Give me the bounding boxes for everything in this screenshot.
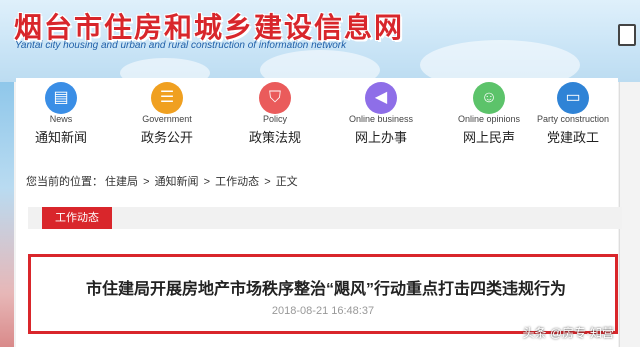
nav-item-government[interactable]: ☰ Government 政务公开: [122, 78, 212, 156]
nav-item-cn-label: 政策法规: [248, 130, 301, 145]
breadcrumb-current: 正文: [275, 176, 298, 188]
article-title: 市住建局开展房地产市场秩序整治“飓风”行动重点打击四类违规行为: [85, 281, 566, 298]
nav-item-en-label: Government: [142, 114, 192, 124]
watermark: 头条 @房专·知营: [522, 326, 614, 340]
category-tab[interactable]: 工作动态: [42, 207, 112, 229]
left-background-strip: [0, 82, 14, 347]
megaphone-icon: ◀: [365, 82, 397, 114]
nav-item-en-label: Policy: [262, 114, 287, 124]
nav-item-online-opinions[interactable]: ☺ Online opinions 网上民声: [444, 78, 534, 156]
nav-item-cn-label: 网上民声: [462, 130, 515, 145]
breadcrumb-separator: >: [264, 176, 271, 188]
nav-item-en-label: Online opinions: [457, 114, 521, 124]
shield-icon: ⛉: [259, 82, 291, 114]
monitor-icon: ▭: [557, 82, 589, 114]
people-icon: ☺: [473, 82, 505, 114]
nav-item-cn-label: 通知新闻: [34, 130, 87, 145]
nav-item-cn-label: 政务公开: [140, 130, 193, 145]
main-navigation: ▤ News 通知新闻 ☰ Government 政务公开 ⛉ Policy 政…: [16, 78, 618, 156]
article-header-box: 市住建局开展房地产市场秩序整治“飓风”行动重点打击四类违规行为 2018-08-…: [28, 254, 618, 334]
breadcrumb-link-news[interactable]: 通知新闻: [155, 176, 199, 188]
bookmark-icon[interactable]: [618, 24, 636, 46]
site-subtitle: Yantai city housing and urban and rural …: [15, 40, 347, 51]
main-content: ▤ News 通知新闻 ☰ Government 政务公开 ⛉ Policy 政…: [16, 78, 622, 347]
article-date: 2018-08-21 16:48:37: [271, 305, 375, 317]
site-header: 烟台市住房和城乡建设信息网 Yantai city housing and ur…: [0, 0, 640, 82]
breadcrumb-separator: >: [203, 176, 211, 188]
breadcrumb-prefix: 您当前的位置：: [26, 176, 103, 188]
right-scroll-area: [619, 82, 640, 347]
nav-item-online-business[interactable]: ◀ Online business 网上办事: [336, 78, 426, 156]
nav-item-policy[interactable]: ⛉ Policy 政策法规: [230, 78, 320, 156]
nav-item-party-construction[interactable]: ▭ Party construction 党建政工: [528, 78, 618, 156]
breadcrumb-link-bureau[interactable]: 住建局: [105, 176, 138, 188]
breadcrumb-separator: >: [143, 176, 150, 188]
nav-item-cn-label: 网上办事: [354, 130, 407, 145]
news-icon: ▤: [45, 82, 77, 114]
cloud-decoration: [420, 40, 580, 82]
nav-item-en-label: Online business: [348, 114, 414, 124]
list-icon: ☰: [151, 82, 183, 114]
category-bar: 工作动态: [28, 207, 622, 229]
nav-item-news[interactable]: ▤ News 通知新闻: [16, 78, 106, 156]
breadcrumb-link-work-updates[interactable]: 工作动态: [215, 176, 259, 188]
nav-item-en-label: Party construction: [536, 114, 610, 124]
nav-item-cn-label: 党建政工: [546, 130, 599, 145]
nav-item-en-label: News: [49, 114, 73, 124]
breadcrumb: 您当前的位置： 住建局 > 通知新闻 > 工作动态 > 正文: [26, 173, 300, 189]
